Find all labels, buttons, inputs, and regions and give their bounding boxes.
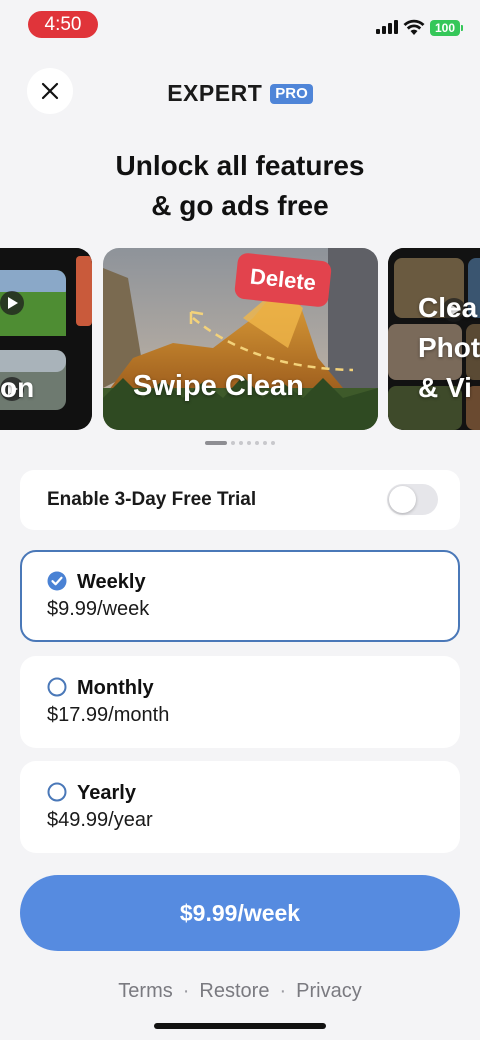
wifi-icon xyxy=(403,19,425,35)
brand-logo: EXPERT PRO xyxy=(0,80,480,107)
carousel-dot[interactable] xyxy=(263,441,267,445)
status-time: 4:50 xyxy=(28,11,98,38)
carousel-dot[interactable] xyxy=(205,441,227,445)
battery-icon: 100 xyxy=(430,20,463,36)
plan-option-yearly[interactable]: Yearly $49.99/year xyxy=(20,761,460,853)
carousel-card-swipe-clean[interactable]: Delete Swipe Clean xyxy=(103,248,378,430)
feature-carousel[interactable]: on Delete Swipe Clean Clea Phot & Vi xyxy=(0,248,480,432)
carousel-dot[interactable] xyxy=(255,441,259,445)
carousel-dot[interactable] xyxy=(231,441,235,445)
radio-unselected-icon xyxy=(47,782,67,802)
carousel-card-label-2: Phot xyxy=(418,332,480,363)
subscribe-button[interactable]: $9.99/week xyxy=(20,875,460,951)
page-title: Unlock all features & go ads free xyxy=(0,146,480,226)
toggle-knob xyxy=(389,486,416,513)
signal-icon xyxy=(376,20,398,34)
plan-name: Weekly xyxy=(77,571,146,593)
home-indicator xyxy=(154,1023,326,1029)
carousel-card-label-1: Clea xyxy=(418,292,478,323)
footer-separator: · xyxy=(279,980,287,1002)
plan-price: $49.99/year xyxy=(47,809,153,831)
free-trial-row[interactable]: Enable 3-Day Free Trial xyxy=(20,470,460,530)
privacy-link[interactable]: Privacy xyxy=(296,980,362,1003)
carousel-dot[interactable] xyxy=(247,441,251,445)
carousel-dot[interactable] xyxy=(239,441,243,445)
restore-link[interactable]: Restore xyxy=(199,980,269,1003)
carousel-card-label: Swipe Clean xyxy=(133,370,304,402)
carousel-card-label-3: & Vi xyxy=(418,372,472,403)
plan-name: Yearly xyxy=(77,782,136,804)
free-trial-toggle[interactable] xyxy=(387,484,438,515)
carousel-card-previous[interactable]: on xyxy=(0,248,92,430)
plan-price: $9.99/week xyxy=(47,598,150,620)
plan-option-weekly[interactable]: Weekly $9.99/week xyxy=(20,550,460,642)
footer-separator: · xyxy=(182,980,190,1002)
carousel-dot[interactable] xyxy=(271,441,275,445)
brand-name: EXPERT xyxy=(167,80,263,106)
carousel-page-indicator[interactable] xyxy=(0,440,480,446)
footer-links: Terms · Restore · Privacy xyxy=(0,980,480,1003)
radio-unselected-icon xyxy=(47,677,67,697)
carousel-card-label: on xyxy=(0,372,35,403)
delete-tag: Delete xyxy=(233,252,333,308)
terms-link[interactable]: Terms xyxy=(118,980,172,1003)
carousel-card-next[interactable]: Clea Phot & Vi xyxy=(388,248,480,430)
plan-price: $17.99/month xyxy=(47,704,170,726)
headline-line-1: Unlock all features xyxy=(115,150,365,181)
plan-name: Monthly xyxy=(77,677,154,699)
pro-badge: PRO xyxy=(270,83,313,104)
check-circle-icon xyxy=(47,571,67,591)
free-trial-label: Enable 3-Day Free Trial xyxy=(47,489,257,510)
headline-line-2: & go ads free xyxy=(151,190,329,221)
plan-option-monthly[interactable]: Monthly $17.99/month xyxy=(20,656,460,748)
status-bar: 4:50 100 xyxy=(0,0,480,50)
battery-level: 100 xyxy=(434,21,456,35)
